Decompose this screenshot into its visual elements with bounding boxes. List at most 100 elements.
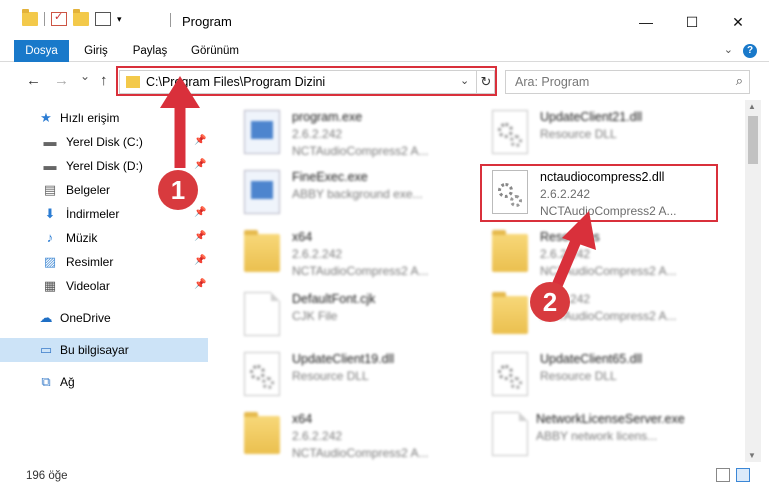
folder-icon[interactable]	[22, 9, 38, 26]
file-description: NCTAudioCompress2 A...	[292, 144, 429, 158]
file-description: NCTAudioCompress2 A...	[540, 264, 677, 278]
drive-icon: ▬	[43, 158, 57, 173]
folder-tile[interactable]: x64 2.6.2.242 NCTAudioCompress2 A...	[230, 222, 470, 280]
expand-ribbon-chevron-icon[interactable]: ⌄	[724, 43, 733, 56]
file-tile[interactable]: UpdateClient19.dll Resource DLL	[230, 344, 470, 402]
properties-icon[interactable]	[51, 10, 67, 26]
back-arrow-icon[interactable]: ←	[26, 72, 41, 89]
minimize-button[interactable]: —	[623, 8, 669, 36]
forward-arrow-icon[interactable]: →	[54, 72, 69, 89]
view-toggle-icon[interactable]	[95, 12, 111, 26]
file-description: ABBY background exe...	[292, 187, 423, 201]
up-arrow-icon[interactable]: ↑	[100, 72, 108, 89]
file-type: Resource DLL	[540, 369, 617, 383]
sidebar-item-label: Yerel Disk (C:)	[66, 135, 143, 149]
file-type: CJK File	[292, 309, 338, 323]
folder-name: x64	[292, 230, 313, 244]
details-view-icon[interactable]	[716, 468, 730, 482]
sidebar-item-quick-access[interactable]: ★ Hızlı erişim	[0, 106, 208, 130]
star-icon: ★	[40, 110, 52, 125]
search-icon[interactable]: ⌕	[736, 73, 743, 89]
folder-name: x64	[292, 412, 313, 426]
customize-qat-chevron-icon[interactable]: ▾	[117, 14, 122, 25]
scroll-down-icon[interactable]: ▼	[748, 451, 756, 460]
file-name: DefaultFont.cjk	[292, 292, 376, 306]
file-version: 2.6.2.242	[540, 247, 591, 261]
folder-tile[interactable]: x64 2.6.2.242 NCTAudioCompress2 A...	[230, 404, 470, 462]
document-icon	[492, 412, 528, 456]
search-placeholder: Ara: Program	[515, 75, 590, 89]
pictures-icon: ▨	[43, 254, 57, 269]
network-icon: ⧉	[41, 374, 51, 389]
pin-icon: 📌	[194, 159, 207, 170]
file-type: Resource DLL	[292, 369, 369, 383]
new-folder-icon[interactable]	[73, 9, 89, 26]
file-tile[interactable]: FineExec.exe ABBY background exe...	[230, 162, 470, 220]
search-input[interactable]: Ara: Program ⌕	[505, 70, 750, 94]
dll-icon	[492, 110, 528, 154]
sidebar-item-label: Müzik	[66, 231, 98, 245]
quick-access-toolbar: ▾	[22, 9, 122, 26]
pin-icon: 📌	[194, 279, 207, 290]
file-description: NCTAudioCompress2 A...	[292, 264, 429, 278]
large-icons-view-icon[interactable]	[736, 468, 750, 482]
pin-icon: 📌	[194, 207, 207, 218]
sidebar-item-label: Videolar	[66, 279, 110, 293]
sidebar-item-pictures[interactable]: ▨ Resimler 📌	[0, 250, 208, 274]
help-button[interactable]: ?	[743, 44, 757, 58]
vertical-scrollbar[interactable]: ▲ ▼	[745, 100, 761, 462]
window-title: Program	[182, 14, 232, 29]
sidebar-item-label: Hızlı erişim	[60, 111, 120, 125]
sidebar-item-network[interactable]: ⧉ Ağ	[0, 370, 208, 394]
file-tile[interactable]: DefaultFont.cjk CJK File	[230, 284, 470, 342]
recent-locations-icon[interactable]: ⌄	[80, 69, 90, 83]
tab-home[interactable]: Giriş	[78, 40, 114, 62]
file-tile[interactable]: UpdateClient65.dll Resource DLL	[478, 344, 718, 402]
scroll-up-icon[interactable]: ▲	[748, 102, 756, 111]
navigation-pane: ★ Hızlı erişim ▬ Yerel Disk (C:) 📌 ▬ Yer…	[0, 100, 208, 462]
file-name: UpdateClient65.dll	[540, 352, 643, 366]
exe-icon	[244, 170, 280, 214]
folder-icon	[244, 230, 280, 272]
dll-icon	[244, 352, 280, 396]
document-icon	[244, 292, 280, 336]
folder-icon	[492, 230, 528, 272]
exe-icon	[244, 110, 280, 154]
file-version: 2.6.2.242	[292, 247, 343, 261]
documents-icon: ▤	[43, 182, 57, 197]
sidebar-item-this-pc[interactable]: ▭ Bu bilgisayar	[0, 338, 208, 362]
item-count: 196 öğe	[26, 470, 68, 482]
folder-tile[interactable]: 2.6.2.242NCTAudioCompress2 A...	[478, 284, 718, 342]
video-icon: ▦	[43, 278, 57, 293]
file-version: 2.6.2.242	[292, 429, 343, 443]
maximize-button[interactable]: ☐	[669, 8, 715, 36]
scrollbar-thumb[interactable]	[748, 116, 758, 164]
tab-file[interactable]: Dosya	[14, 40, 69, 62]
file-description: ABBY network licens...	[536, 429, 658, 443]
sidebar-item-label: Yerel Disk (D:)	[66, 159, 143, 173]
folder-name: Resources	[540, 230, 600, 244]
folder-tile[interactable]: Resources 2.6.2.242 NCTAudioCompress2 A...	[478, 222, 718, 280]
close-button[interactable]: ✕	[715, 8, 761, 36]
file-name: FineExec.exe	[292, 170, 368, 184]
download-icon: ⬇	[44, 206, 56, 221]
file-tile[interactable]: NetworkLicenseServer.exe ABBY network lic…	[478, 404, 718, 462]
sidebar-item-label: Belgeler	[66, 183, 111, 197]
sidebar-item-label: OneDrive	[60, 311, 111, 325]
computer-icon: ▭	[39, 342, 53, 357]
step-badge-1: 1	[158, 170, 198, 210]
tab-share[interactable]: Paylaş	[126, 40, 174, 62]
sidebar-item-local-disk-c[interactable]: ▬ Yerel Disk (C:) 📌	[0, 130, 208, 154]
file-name: UpdateClient21.dll	[540, 110, 643, 124]
sidebar-item-onedrive[interactable]: ☁ OneDrive	[0, 306, 208, 330]
file-tile[interactable]: UpdateClient21.dll Resource DLL	[478, 102, 718, 160]
sidebar-item-videos[interactable]: ▦ Videolar 📌	[0, 274, 208, 298]
file-list: program.exe 2.6.2.242 NCTAudioCompress2 A.…	[220, 100, 745, 462]
file-highlight-box	[480, 164, 718, 222]
file-tile[interactable]: program.exe 2.6.2.242 NCTAudioCompress2 A.…	[230, 102, 470, 160]
sidebar-item-music[interactable]: ♪ Müzik 📌	[0, 226, 208, 250]
tab-view[interactable]: Görünüm	[184, 40, 246, 62]
ribbon-tabs: Dosya Giriş Paylaş Görünüm ⌄ ?	[0, 40, 769, 62]
file-name: UpdateClient19.dll	[292, 352, 395, 366]
pin-icon: 📌	[194, 135, 207, 146]
